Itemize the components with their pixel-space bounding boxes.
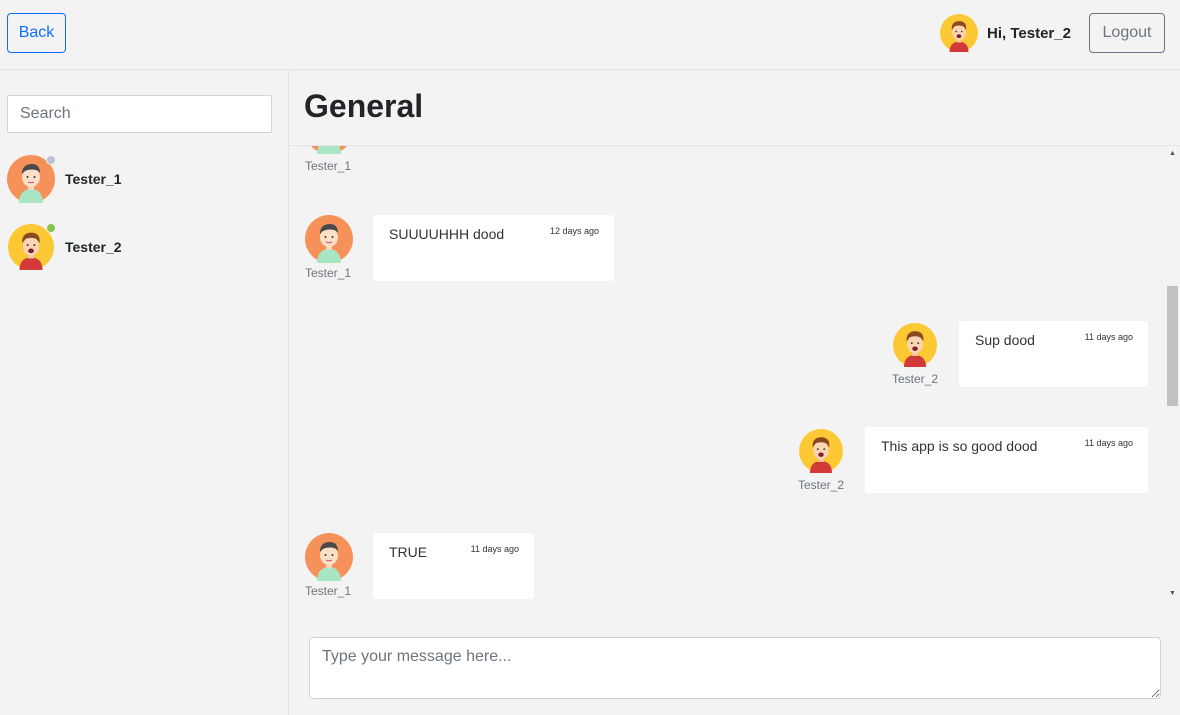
- message-list[interactable]: Tester_1 Tester_1 SUUUUHHH dood 12 days …: [289, 145, 1180, 600]
- message-time: 12 days ago: [549, 226, 599, 236]
- message-text: Sup dood: [975, 332, 1035, 348]
- message-sender: Tester_1: [304, 584, 352, 598]
- user-sidebar: Tester_1 Tester_2: [0, 70, 289, 715]
- message-text: SUUUUHHH dood: [389, 226, 505, 242]
- sidebar-item-label: Tester_2: [65, 239, 122, 255]
- sender-avatar-icon: [305, 145, 353, 154]
- search-input[interactable]: [7, 95, 272, 133]
- message-sender: Tester_2: [891, 372, 939, 386]
- scroll-up-arrow-icon[interactable]: ▲: [1165, 146, 1180, 161]
- scroll-down-arrow-icon[interactable]: ▼: [1165, 586, 1180, 600]
- message-sender: Tester_1: [304, 159, 352, 173]
- message-input[interactable]: [309, 637, 1161, 699]
- message-time: 11 days ago: [1084, 438, 1133, 448]
- sidebar-item-tester-2[interactable]: Tester_2: [7, 222, 277, 272]
- sender-avatar-icon: [799, 429, 843, 473]
- message-bubble: SUUUUHHH dood 12 days ago: [373, 215, 614, 281]
- back-button[interactable]: Back: [7, 13, 66, 53]
- sender-avatar-icon: [305, 215, 353, 263]
- message-sender: Tester_2: [797, 478, 845, 492]
- message-bubble: This app is so good dood 11 days ago: [865, 427, 1148, 493]
- message-sender: Tester_1: [304, 266, 352, 280]
- current-user: Hi, Tester_2: [940, 14, 1071, 52]
- status-dot-icon: [46, 223, 56, 233]
- message-text: This app is so good dood: [881, 438, 1038, 454]
- greeting-text: Hi, Tester_2: [987, 24, 1071, 42]
- chat-panel: General Tester_1 Tester_1 SUUUUHHH dood …: [289, 70, 1180, 715]
- status-dot-icon: [46, 155, 56, 165]
- message-bubble: Sup dood 11 days ago: [959, 321, 1148, 387]
- scroll-thumb[interactable]: [1167, 286, 1178, 406]
- sidebar-item-label: Tester_1: [65, 171, 122, 187]
- sender-avatar-icon: [893, 323, 937, 367]
- message-bubble: TRUE 11 days ago: [373, 533, 534, 599]
- sidebar-item-tester-1[interactable]: Tester_1: [7, 154, 277, 204]
- top-navbar: Back Hi, Tester_2 Logout: [0, 0, 1180, 70]
- logout-button[interactable]: Logout: [1089, 13, 1165, 53]
- message-time: 11 days ago: [470, 544, 519, 554]
- message-text: TRUE: [389, 544, 428, 560]
- avatar: [7, 223, 56, 271]
- sender-avatar-icon: [305, 533, 353, 581]
- avatar: [7, 155, 56, 203]
- current-user-avatar-icon: [940, 14, 978, 52]
- message-scrollbar[interactable]: ▲ ▼: [1165, 146, 1180, 600]
- message-time: 11 days ago: [1084, 332, 1133, 342]
- chat-title: General: [304, 88, 424, 124]
